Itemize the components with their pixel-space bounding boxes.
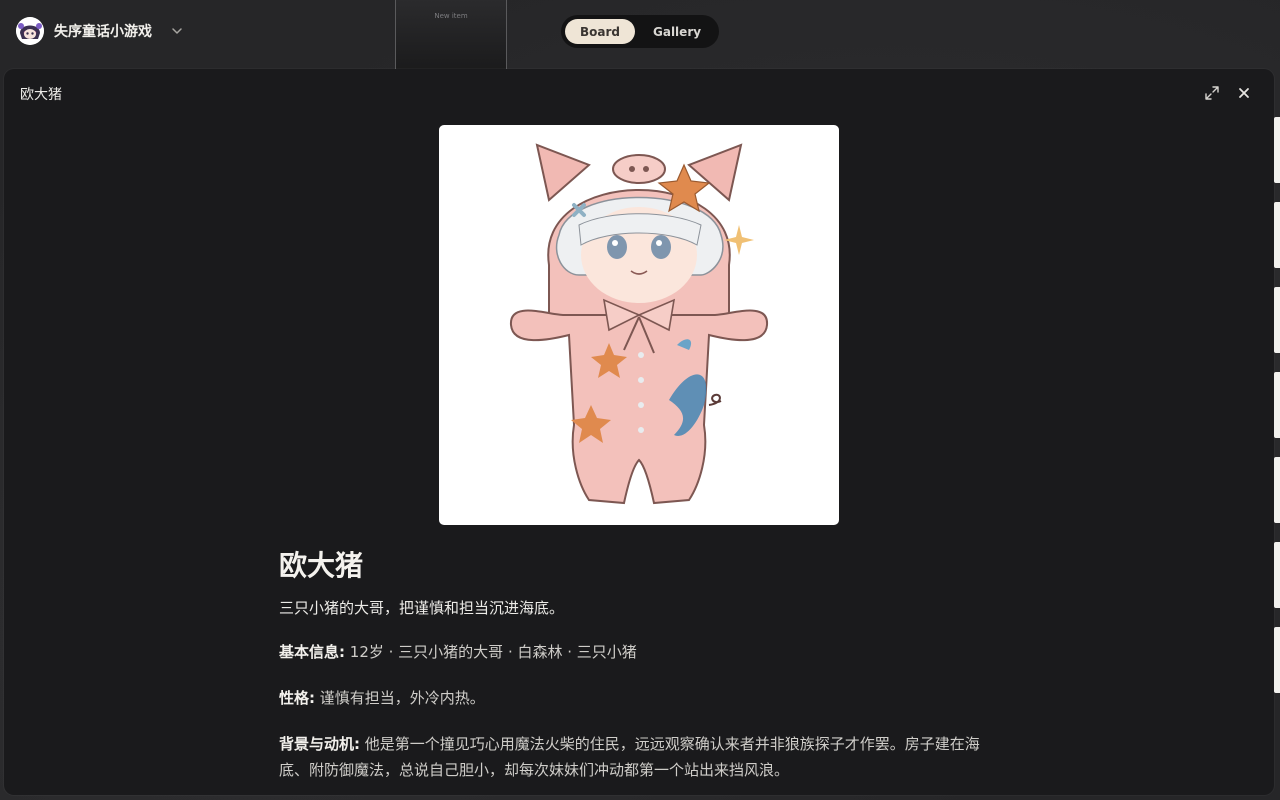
board-card[interactable]: [1274, 457, 1280, 523]
board-card[interactable]: [1274, 627, 1280, 693]
board-card[interactable]: [1274, 287, 1280, 353]
board-card[interactable]: [1274, 117, 1280, 183]
character-illustration: [509, 143, 769, 505]
character-info: 欧大猪 三只小猪的大哥，把谨慎和担当沉进海底。 基本信息: 12岁 · 三只小猪…: [279, 547, 999, 783]
close-button[interactable]: [1235, 84, 1253, 102]
close-icon: [1239, 88, 1249, 98]
field-label: 基本信息:: [279, 643, 345, 661]
field-label: 性格:: [279, 689, 315, 707]
character-name: 欧大猪: [279, 549, 364, 582]
field-value: 12岁 · 三只小猪的大哥 · 白森林 · 三只小猪: [349, 643, 637, 661]
expand-button[interactable]: [1203, 84, 1221, 102]
expand-icon: [1205, 86, 1219, 100]
basic-info-field: 基本信息: 12岁 · 三只小猪的大哥 · 白森林 · 三只小猪: [279, 639, 999, 665]
background-field: 背景与动机: 他是第一个撞见巧心用魔法火柴的住民，远远观察确认来者并非狼族探子才…: [279, 731, 999, 783]
gallery-view-button[interactable]: Gallery: [641, 19, 713, 44]
app-logo: [16, 17, 44, 45]
board-card[interactable]: [1274, 542, 1280, 608]
character-detail-modal: 欧大猪 欧大猪 三只小猪的大哥，把谨慎和担当沉进海底。 基本信息: 12岁 · …: [4, 69, 1274, 795]
board-view-button[interactable]: Board: [565, 19, 635, 44]
field-label: 背景与动机:: [279, 735, 360, 753]
field-value: 他是第一个撞见巧心用魔法火柴的住民，远远观察确认来者并非狼族探子才作罢。房子建在…: [279, 735, 980, 779]
board-card[interactable]: [1274, 202, 1280, 268]
character-portrait: [439, 125, 839, 525]
view-toggle: Board Gallery: [561, 15, 719, 48]
workspace-switcher[interactable]: 失序童话小游戏: [16, 16, 184, 46]
modal-header: 欧大猪: [4, 69, 1274, 117]
field-value: 谨慎有担当，外冷内热。: [319, 689, 485, 707]
character-tagline: 三只小猪的大哥，把谨慎和担当沉进海底。: [279, 599, 565, 617]
board-card[interactable]: [1274, 372, 1280, 438]
modal-title: 欧大猪: [20, 87, 62, 103]
top-bar: 失序童话小游戏 Board Gallery: [0, 0, 1280, 62]
chevron-down-icon: [172, 28, 182, 34]
personality-field: 性格: 谨慎有担当，外冷内热。: [279, 685, 999, 711]
workspace-name: 失序童话小游戏: [54, 24, 152, 40]
